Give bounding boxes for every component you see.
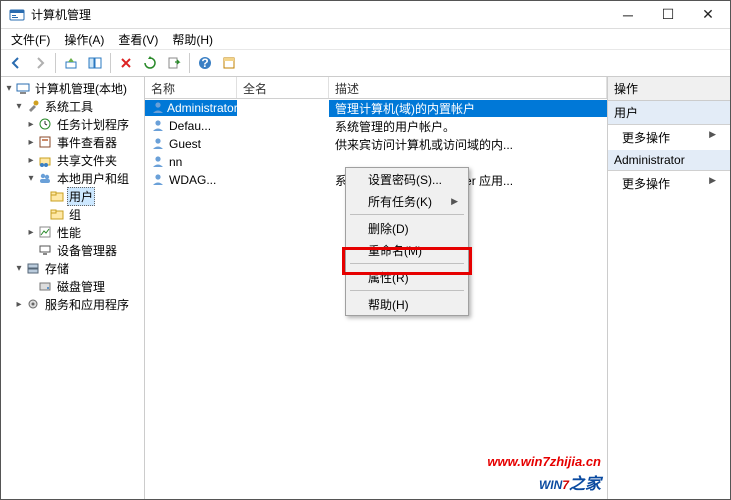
list-header: 名称 全名 描述 (145, 77, 607, 99)
back-button[interactable] (5, 52, 27, 74)
ctx-separator (350, 290, 464, 291)
menu-action[interactable]: 操作(A) (58, 29, 110, 50)
actions-group-users: 用户 (608, 101, 730, 125)
ctx-properties[interactable]: 属性(R) (346, 266, 468, 288)
help-button[interactable]: ? (194, 52, 216, 74)
refresh-button[interactable] (139, 52, 161, 74)
tree-system-tools[interactable]: ▾系统工具 (1, 97, 144, 115)
tree-device-manager[interactable]: 设备管理器 (1, 241, 144, 259)
expand-icon[interactable]: ▾ (13, 101, 25, 112)
ctx-all-tasks[interactable]: 所有任务(K)▶ (346, 190, 468, 212)
tree-users[interactable]: 用户 (1, 187, 144, 205)
up-button[interactable] (60, 52, 82, 74)
share-icon (37, 152, 53, 168)
services-icon (25, 296, 41, 312)
user-description: 供来宾访问计算机或访问域的内... (329, 136, 607, 153)
menu-view[interactable]: 查看(V) (112, 29, 164, 50)
tree-event-viewer[interactable]: ▸事件查看器 (1, 133, 144, 151)
computer-icon (15, 80, 31, 96)
forward-button[interactable] (29, 52, 51, 74)
clock-icon (37, 116, 53, 132)
user-name: nn (169, 155, 182, 169)
user-icon (151, 118, 167, 134)
delete-button[interactable] (115, 52, 137, 74)
expand-icon[interactable]: ▾ (25, 173, 37, 184)
maximize-button[interactable]: ☐ (648, 3, 688, 27)
menu-file[interactable]: 文件(F) (5, 29, 56, 50)
folder-icon (49, 188, 65, 204)
column-description[interactable]: 描述 (329, 77, 607, 98)
ctx-separator (350, 263, 464, 264)
perf-icon (37, 224, 53, 240)
actions-group-admin: Administrator (608, 150, 730, 171)
expand-icon[interactable]: ▾ (13, 263, 25, 274)
context-menu: 设置密码(S)... 所有任务(K)▶ 删除(D) 重命名(M) 属性(R) 帮… (345, 167, 469, 316)
expand-icon[interactable]: ▸ (25, 155, 37, 166)
user-row[interactable]: Guest 供来宾访问计算机或访问域的内... (145, 135, 607, 153)
menu-bar: 文件(F) 操作(A) 查看(V) 帮助(H) (1, 29, 730, 49)
tree-shared-folders[interactable]: ▸共享文件夹 (1, 151, 144, 169)
properties-button[interactable] (218, 52, 240, 74)
disk-icon (37, 278, 53, 294)
actions-more-1[interactable]: 更多操作 ▶ (608, 125, 730, 150)
tools-icon (25, 98, 41, 114)
actions-pane: 操作 用户 更多操作 ▶ Administrator 更多操作 ▶ (608, 77, 730, 499)
actions-title: 操作 (608, 77, 730, 101)
ctx-rename[interactable]: 重命名(M) (346, 239, 468, 261)
submenu-arrow-icon: ▶ (451, 196, 458, 207)
menu-help[interactable]: 帮助(H) (166, 29, 219, 50)
tree-storage[interactable]: ▾存储 (1, 259, 144, 277)
user-row[interactable]: Defau... 系统管理的用户帐户。 (145, 117, 607, 135)
title-bar: 计算机管理 ─ ☐ ✕ (1, 1, 730, 29)
folder-icon (49, 206, 65, 222)
user-icon (151, 154, 167, 170)
expand-icon[interactable]: ▸ (25, 119, 37, 130)
column-name[interactable]: 名称 (145, 77, 237, 98)
ctx-set-password[interactable]: 设置密码(S)... (346, 168, 468, 190)
expand-icon[interactable]: ▾ (3, 83, 15, 94)
ctx-delete[interactable]: 删除(D) (346, 217, 468, 239)
user-name: Administrator (167, 101, 237, 115)
tree-task-scheduler[interactable]: ▸任务计划程序 (1, 115, 144, 133)
minimize-button[interactable]: ─ (608, 3, 648, 27)
users-icon (37, 170, 53, 186)
app-icon (9, 7, 25, 23)
user-name: Guest (169, 137, 201, 151)
storage-icon (25, 260, 41, 276)
device-icon (37, 242, 53, 258)
svg-text:?: ? (201, 56, 208, 70)
watermark: www.win7zhijia.cn WIN7之家 (487, 454, 601, 495)
expand-icon[interactable]: ▸ (25, 227, 37, 238)
tree-local-users-groups[interactable]: ▾本地用户和组 (1, 169, 144, 187)
expand-icon[interactable]: ▸ (13, 299, 25, 310)
user-name: Defau... (169, 119, 211, 133)
expand-icon[interactable]: ▸ (25, 137, 37, 148)
close-button[interactable]: ✕ (688, 3, 728, 27)
user-name: WDAG... (169, 173, 216, 187)
show-hide-tree-button[interactable] (84, 52, 106, 74)
tree-services-apps[interactable]: ▸服务和应用程序 (1, 295, 144, 313)
ctx-separator (350, 214, 464, 215)
tree-performance[interactable]: ▸性能 (1, 223, 144, 241)
user-row[interactable]: Administrator 管理计算机(域)的内置帐户 (145, 99, 607, 117)
tree-groups[interactable]: 组 (1, 205, 144, 223)
user-description: 管理计算机(域)的内置帐户 (329, 100, 607, 117)
tree-disk-management[interactable]: 磁盘管理 (1, 277, 144, 295)
user-description: 系统管理的用户帐户。 (329, 118, 607, 135)
toolbar: ? (1, 49, 730, 77)
ctx-help[interactable]: 帮助(H) (346, 293, 468, 315)
list-pane: 名称 全名 描述 Administrator管理计算机(域)的内置帐户Defau… (145, 77, 608, 499)
export-button[interactable] (163, 52, 185, 74)
column-fullname[interactable]: 全名 (237, 77, 329, 98)
tree-root[interactable]: ▾ 计算机管理(本地) (1, 79, 144, 97)
event-icon (37, 134, 53, 150)
user-icon (151, 172, 167, 188)
window-title: 计算机管理 (31, 6, 608, 23)
user-icon (151, 136, 167, 152)
user-icon (151, 100, 165, 116)
actions-more-2[interactable]: 更多操作 ▶ (608, 171, 730, 196)
tree-pane[interactable]: ▾ 计算机管理(本地) ▾系统工具 ▸任务计划程序 ▸事件查看器 ▸共享文件夹 … (1, 77, 145, 499)
